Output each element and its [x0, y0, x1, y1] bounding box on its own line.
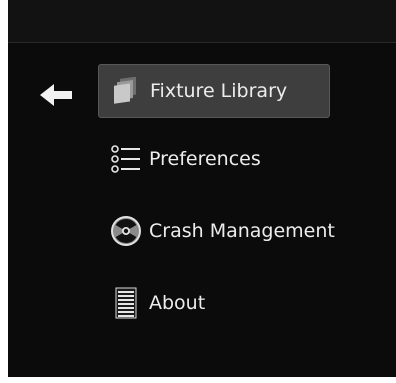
back-button[interactable] — [36, 80, 76, 110]
arrow-left-icon — [40, 84, 72, 106]
menu-item-label: About — [149, 292, 206, 314]
menu-item-label: Preferences — [149, 148, 261, 170]
folders-icon — [109, 73, 145, 109]
app-window: Fixture Library Preferences Crash Manage… — [8, 0, 396, 377]
menu-item-about[interactable]: About — [98, 276, 213, 330]
menu-item-fixture-library[interactable]: Fixture Library — [98, 64, 330, 118]
list-icon — [108, 141, 144, 177]
top-bar — [8, 0, 396, 43]
menu-item-label: Crash Management — [149, 220, 335, 242]
menu-item-label: Fixture Library — [150, 80, 288, 102]
radiation-icon — [108, 213, 144, 249]
document-icon — [108, 285, 144, 321]
menu-item-preferences[interactable]: Preferences — [98, 132, 269, 186]
menu-item-crash-management[interactable]: Crash Management — [98, 204, 343, 258]
